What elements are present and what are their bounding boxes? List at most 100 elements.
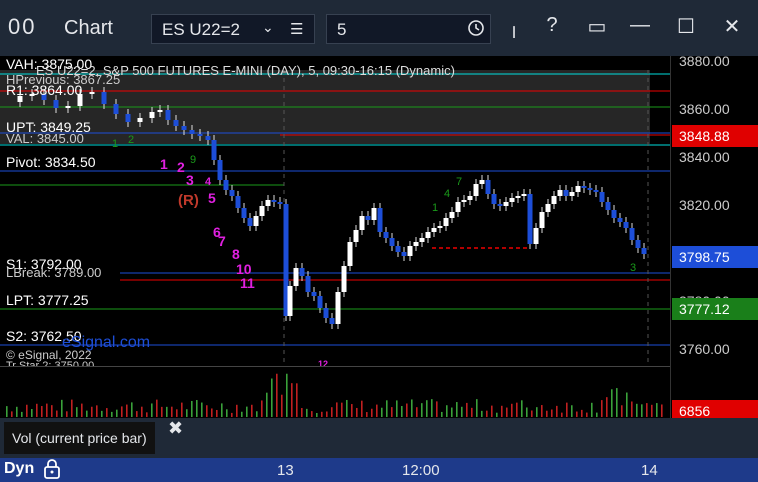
volume-bar [461, 406, 463, 417]
volume-bar [411, 399, 413, 417]
volume-bar [151, 403, 153, 417]
upt-price-tag: 3848.88 [672, 125, 758, 147]
candle-body [431, 228, 437, 232]
count-7: 7 [218, 233, 226, 249]
candle-body [563, 190, 569, 196]
volume-bar [361, 400, 363, 417]
seq-1: 1 [112, 138, 119, 150]
volume-bar [651, 404, 653, 417]
candle-body [437, 226, 443, 228]
volume-bar [466, 402, 468, 417]
interval-selector[interactable]: 5 [326, 14, 491, 44]
volume-bar [166, 406, 168, 417]
marker-r: (R) [178, 192, 199, 209]
volume-bar [66, 411, 68, 417]
volume-bar [646, 403, 648, 417]
volume-bar [611, 389, 613, 417]
candle-body [425, 232, 431, 238]
candle-body [277, 202, 283, 204]
time-tick-14: 14 [641, 462, 658, 479]
volume-bar [26, 404, 28, 417]
price-chart[interactable]: VAH: 3875.00 ES U22=2, S&P 500 FUTURES E… [0, 56, 670, 372]
interval-value: 5 [337, 20, 347, 39]
volume-bar [656, 403, 658, 417]
close-indicator-icon[interactable]: ✖ [168, 418, 183, 439]
candle-body [359, 216, 365, 230]
help-icon[interactable]: ? [538, 14, 566, 42]
dyn-label[interactable]: Dyn [4, 460, 34, 478]
layout-icon[interactable]: ▭ [583, 14, 611, 42]
volume-bar [31, 409, 33, 417]
volume-bar [146, 412, 148, 417]
volume-bar [616, 388, 618, 417]
candle-body [305, 276, 311, 292]
candle-body [341, 266, 347, 292]
candle-body [539, 212, 545, 228]
clock-icon[interactable] [467, 19, 485, 37]
candle-body [527, 194, 533, 244]
candle-body [271, 200, 277, 202]
seq-up-4: 4 [444, 188, 451, 200]
symbol-value: ES U22=2 [162, 20, 240, 39]
volume-bar [281, 394, 283, 417]
volume-bar [636, 403, 638, 417]
candle-body [293, 268, 299, 286]
volume-bar [351, 404, 353, 417]
volume-bar [231, 412, 233, 417]
volume-bar [506, 407, 508, 417]
indicator-label[interactable]: Vol (current price bar) [4, 422, 155, 454]
count-2: 2 [177, 159, 185, 175]
volume-pane[interactable] [0, 366, 670, 419]
volume-bar [626, 392, 628, 417]
volume-bar [641, 404, 643, 417]
volume-bar [576, 411, 578, 417]
maximize-icon[interactable]: ☐ [672, 14, 700, 42]
candle-body [641, 248, 647, 254]
chevron-down-icon[interactable]: ⌄ [262, 19, 274, 36]
candle-body [587, 188, 593, 190]
volume-bar [451, 407, 453, 417]
lock-icon[interactable] [42, 458, 62, 480]
list-icon[interactable]: ☰ [290, 20, 303, 38]
candle-body [223, 180, 229, 190]
volume-bar [51, 405, 53, 417]
price-axis[interactable]: 3880.00 3860.00 3840.00 3820.00 3780.00 … [670, 53, 758, 458]
minimize-icon[interactable]: — [626, 14, 654, 42]
count-3: 3 [186, 172, 194, 188]
volume-bar [211, 408, 213, 417]
volume-bar [486, 410, 488, 417]
volume-bar [366, 412, 368, 417]
volume-bar [606, 397, 608, 417]
volume-bar [76, 407, 78, 417]
candle-body [533, 228, 539, 244]
candle-body [557, 190, 563, 196]
volume-bar [441, 411, 443, 417]
candle-body [189, 130, 195, 134]
time-axis[interactable]: Dyn 13 12:00 14 [0, 458, 758, 482]
candle-body [419, 238, 425, 242]
volume-bar [371, 408, 373, 417]
volume-bar [81, 403, 83, 417]
candle-body [413, 242, 419, 246]
volume-bar [216, 409, 218, 417]
candle-body [241, 208, 247, 218]
volume-bar [471, 407, 473, 417]
lpt-price-tag: 3777.12 [672, 298, 758, 320]
volume-bar [336, 402, 338, 417]
seq-2: 2 [128, 134, 135, 146]
volume-bar [11, 411, 13, 417]
volume-bar [61, 399, 63, 417]
symbol-selector[interactable]: ES U22=2 ⌄ ☰ [151, 14, 315, 44]
candle-body [89, 92, 95, 94]
candle-body [551, 196, 557, 204]
volume-bar [341, 402, 343, 417]
close-icon[interactable]: ✕ [718, 14, 746, 42]
candle-body [287, 286, 293, 316]
volume-bar [251, 404, 253, 417]
volume-bar [631, 401, 633, 417]
candle-body [545, 204, 551, 212]
candle-body [485, 180, 491, 194]
pin-icon[interactable]: ╷ [500, 14, 528, 42]
candle-body [247, 218, 253, 226]
volume-bar [41, 406, 43, 417]
